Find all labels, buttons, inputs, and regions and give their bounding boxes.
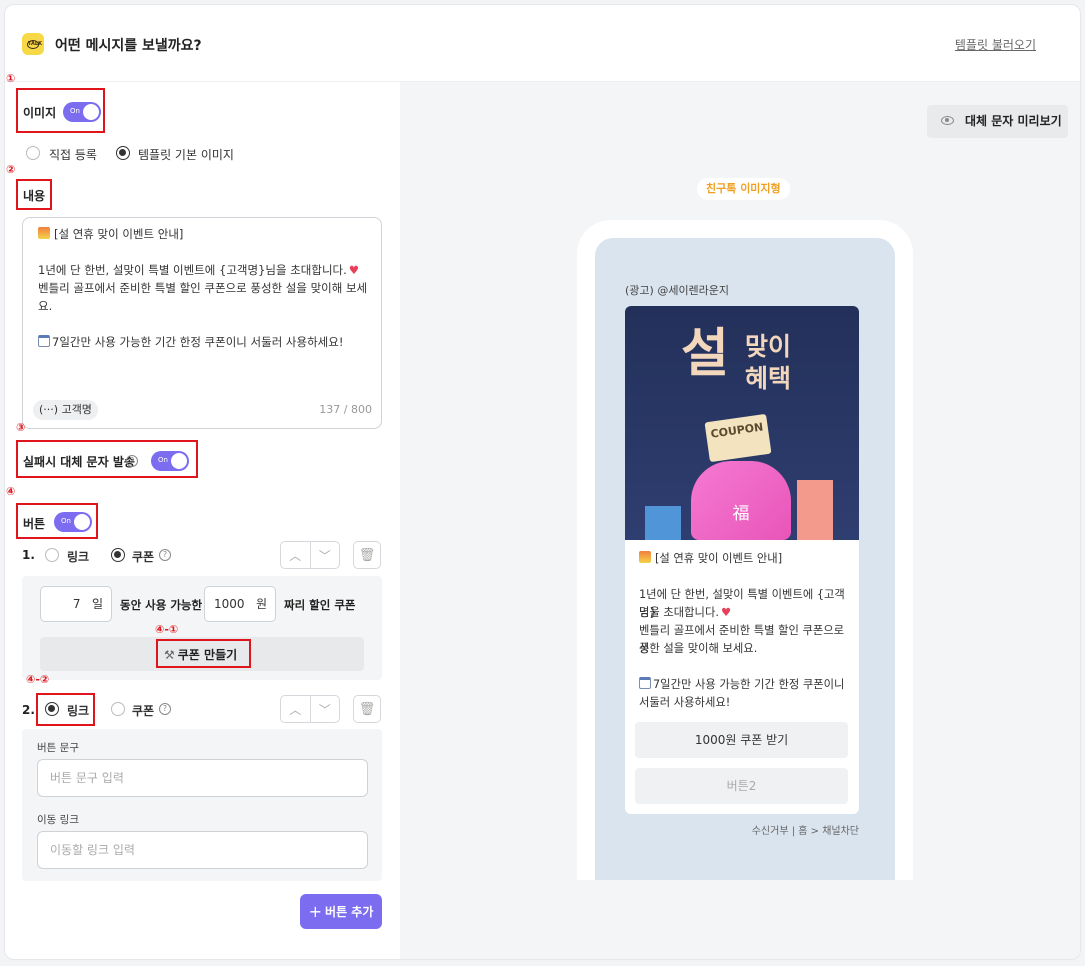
annotation-2: ②: [6, 163, 16, 176]
gift-box-blue: [645, 506, 681, 540]
button-2-coupon-label: 쿠폰: [132, 704, 155, 718]
button-2-link-label: 링크: [67, 704, 90, 718]
preview-pane: 대체 문자 미리보기 친구톡 이미지형 (광고) @세이렌라운지 설 맞이 혜택…: [400, 82, 1080, 959]
lucky-bag-char: 福: [732, 504, 750, 524]
sender-name: (광고) @세이렌라운지: [625, 284, 730, 297]
add-button-button[interactable]: + 버튼 추가: [300, 894, 382, 929]
main-card: TALK 어떤 메시지를 보낼까요? 템플릿 불러오기 ① 이미지 On 직접 …: [4, 4, 1081, 960]
button-1-reorder: ︿ ﹀: [280, 541, 340, 569]
promo-banner-image: 설 맞이 혜택 COUPON 福: [625, 306, 859, 540]
sunrise-emoji-icon: [38, 227, 50, 239]
annotation-4-1: ④-①: [155, 623, 179, 636]
phone-screen: (광고) @세이렌라운지 설 맞이 혜택 COUPON 福 [설 연휴 맞이 이…: [595, 238, 895, 880]
move-down-icon[interactable]: ﹀: [311, 696, 340, 722]
button-2-number: 2.: [22, 703, 35, 717]
alt-message-preview-button[interactable]: 대체 문자 미리보기: [927, 105, 1068, 138]
content-line-2: 1년에 단 한번, 설맞이 특별 이벤트에 {고객명}님을 초대합니다.: [38, 263, 347, 277]
button-2-reorder: ︿ ﹀: [280, 695, 340, 723]
phone-frame: (광고) @세이렌라운지 설 맞이 혜택 COUPON 福 [설 연휴 맞이 이…: [577, 220, 913, 880]
banner-title: 설: [681, 324, 729, 384]
heart-emoji-icon: ♥: [720, 606, 732, 619]
button-1-link-label: 링크: [67, 550, 90, 564]
heart-emoji-icon: ♥: [348, 263, 360, 277]
header: TALK 어떤 메시지를 보낼까요? 템플릿 불러오기: [5, 5, 1080, 82]
button-1-number: 1.: [22, 548, 35, 562]
content-textarea[interactable]: [설 연휴 맞이 이벤트 안내] 1년에 단 한번, 설맞이 특별 이벤트에 {…: [22, 217, 382, 429]
button-1-coupon-label: 쿠폰: [132, 550, 155, 564]
buttons-label: 버튼: [23, 517, 46, 531]
button-text-label: 버튼 문구: [37, 742, 79, 754]
radio-direct-upload-label: 직접 등록: [49, 148, 97, 162]
move-up-icon[interactable]: ︿: [281, 696, 311, 722]
buttons-toggle[interactable]: On: [54, 512, 92, 532]
load-template-link[interactable]: 템플릿 불러오기: [955, 36, 1036, 53]
preview-line-7: 서둘러 사용하세요!: [639, 696, 731, 709]
banner-sub-1: 맞이: [745, 332, 792, 361]
help-icon[interactable]: ?: [159, 703, 171, 715]
coupon-end-text: 짜리 할인 쿠폰: [284, 598, 356, 612]
button-1-radio-link[interactable]: [45, 548, 59, 562]
annotation-4: ④: [6, 485, 16, 498]
add-button-label: 버튼 추가: [325, 905, 374, 919]
help-icon[interactable]: ?: [159, 549, 171, 561]
gift-box-pink: [797, 480, 833, 540]
calendar-emoji-icon: [38, 335, 50, 347]
content-line-4: 7일간만 사용 가능한 기간 한정 쿠폰이니 서둘러 사용하세요!: [52, 335, 344, 349]
annotation-3: ③: [16, 421, 26, 434]
move-up-icon[interactable]: ︿: [281, 542, 311, 568]
button-url-input[interactable]: 이동할 링크 입력: [37, 831, 368, 869]
move-down-icon[interactable]: ﹀: [311, 542, 340, 568]
preview-line-6: 7일간만 사용 가능한 기간 한정 쿠폰이니: [653, 678, 845, 691]
unsubscribe-footer: 수신거부 | 홈 > 채널차단: [751, 826, 859, 837]
make-coupon-label: 쿠폰 만들기: [177, 648, 238, 662]
coupon-amount-input[interactable]: 1000 원: [204, 586, 276, 622]
content-line-3: 벤틀리 골프에서 준비한 특별 할인 쿠폰으로 풍성한 설을 맞이해 보세요.: [38, 281, 368, 313]
lucky-bag: 福: [691, 461, 791, 540]
page-title: 어떤 메시지를 보낼까요?: [55, 38, 202, 54]
preview-button-1[interactable]: 1000원 쿠폰 받기: [635, 722, 848, 758]
button-text-input[interactable]: 버튼 문구 입력: [37, 759, 368, 797]
kakaotalk-icon: TALK: [22, 33, 44, 55]
radio-template-image-label: 템플릿 기본 이미지: [138, 148, 234, 162]
radio-template-image[interactable]: [116, 146, 130, 160]
customer-name-chip[interactable]: (···) 고객명: [33, 400, 98, 420]
content-label: 내용: [23, 189, 46, 203]
button-1-radio-coupon[interactable]: [111, 548, 125, 562]
eye-icon: [941, 116, 954, 125]
char-counter: 137 / 800: [319, 403, 372, 416]
coupon-mid-text: 동안 사용 가능한: [120, 598, 203, 612]
preview-line-5: 성한 설을 맞이해 보세요.: [639, 642, 758, 655]
button-2-delete-icon[interactable]: 🗑: [353, 695, 381, 723]
message-form: ① 이미지 On 직접 등록 템플릿 기본 이미지 ② 내용 [설 연휴 맞이 …: [5, 72, 400, 959]
fallback-toggle[interactable]: On: [151, 451, 189, 471]
fallback-label: 실패시 대체 문자 발송: [23, 455, 135, 469]
sunrise-emoji-icon: [639, 551, 651, 563]
alt-message-preview-label: 대체 문자 미리보기: [965, 114, 1062, 128]
button-1-delete-icon[interactable]: 🗑: [353, 541, 381, 569]
content-line-1: [설 연휴 맞이 이벤트 안내]: [54, 227, 184, 241]
coupon-days-input[interactable]: 7 일: [40, 586, 112, 622]
plus-icon: +: [308, 902, 323, 921]
preview-line-3: 님을 초대합니다.: [639, 606, 719, 619]
calendar-emoji-icon: [639, 677, 651, 689]
preview-button-2[interactable]: 버튼2: [635, 768, 848, 804]
help-icon[interactable]: ?: [126, 455, 138, 467]
image-toggle[interactable]: On: [63, 102, 101, 122]
radio-direct-upload[interactable]: [26, 146, 40, 160]
message-type-badge: 친구톡 이미지형: [697, 178, 790, 200]
annotation-1: ①: [6, 72, 16, 85]
button-url-label: 이동 링크: [37, 814, 79, 826]
magic-wand-icon: ⚒: [164, 648, 175, 662]
button-2-radio-coupon[interactable]: [111, 702, 125, 716]
message-bubble: 설 맞이 혜택 COUPON 福 [설 연휴 맞이 이벤트 안내] 1년에 단 …: [625, 306, 859, 814]
banner-sub-2: 혜택: [745, 364, 792, 393]
coupon-ticket: COUPON: [704, 413, 772, 463]
coupon-ticket-text: COUPON: [709, 420, 765, 441]
preview-line-1: [설 연휴 맞이 이벤트 안내]: [655, 552, 783, 565]
image-label: 이미지: [23, 106, 57, 120]
button-2-radio-link[interactable]: [45, 702, 59, 716]
annotation-4-2: ④-②: [26, 673, 50, 686]
